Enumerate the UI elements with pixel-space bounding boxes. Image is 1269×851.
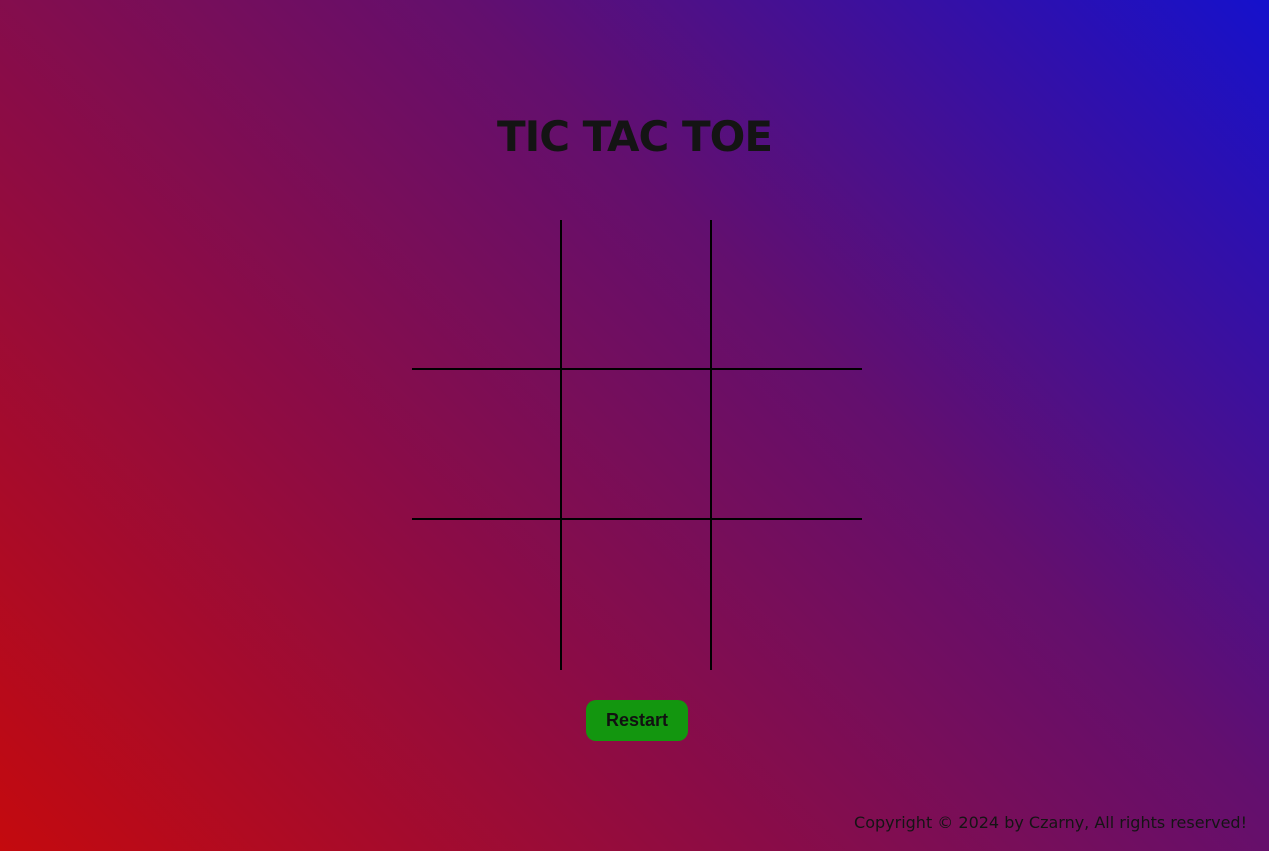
restart-button[interactable]: Restart bbox=[586, 700, 688, 741]
board-cell-9[interactable] bbox=[712, 520, 862, 670]
board-cell-3[interactable] bbox=[712, 220, 862, 370]
board-cell-2[interactable] bbox=[562, 220, 712, 370]
game-board bbox=[412, 220, 862, 670]
board-cell-5[interactable] bbox=[562, 370, 712, 520]
board-cell-8[interactable] bbox=[562, 520, 712, 670]
board-cell-4[interactable] bbox=[412, 370, 562, 520]
board-cell-1[interactable] bbox=[412, 220, 562, 370]
page-title: TIC TAC TOE bbox=[496, 112, 773, 161]
board-cell-7[interactable] bbox=[412, 520, 562, 670]
board-cell-6[interactable] bbox=[712, 370, 862, 520]
copyright-footer: Copyright © 2024 by Czarny, All rights r… bbox=[854, 813, 1247, 832]
